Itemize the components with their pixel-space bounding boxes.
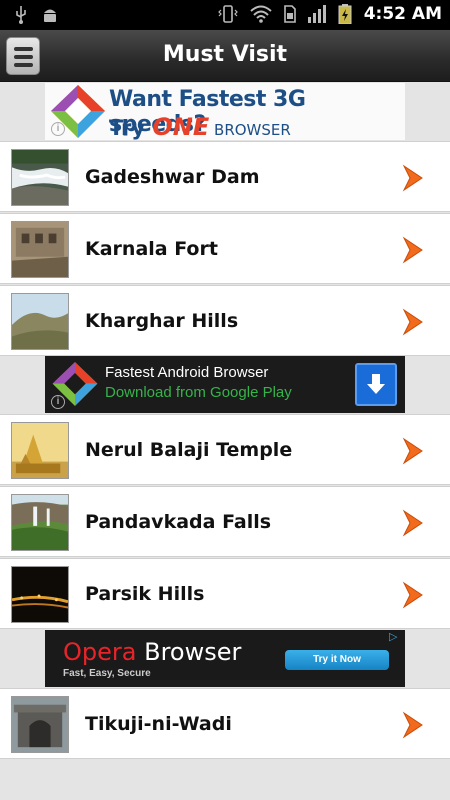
place-name: Kharghar Hills [85, 310, 239, 332]
try-it-now-button[interactable]: Try it Now [285, 650, 389, 670]
thumbnail-image [11, 566, 69, 623]
ad-info-icon[interactable]: i [51, 122, 65, 136]
chevron-right-icon [402, 437, 423, 465]
chevron-right-icon [402, 236, 423, 264]
place-name: Nerul Balaji Temple [85, 439, 293, 461]
chevron-right-icon [402, 581, 423, 609]
chevron-right-icon [402, 509, 423, 537]
download-arrow-icon [367, 374, 385, 394]
ad-info-icon[interactable]: i [51, 395, 65, 409]
ad-brand: Opera Browser [63, 638, 242, 666]
android-icon [44, 9, 56, 22]
sim-icon [283, 5, 296, 23]
list-item[interactable]: Nerul Balaji Temple [0, 414, 450, 485]
place-name: Parsik Hills [85, 583, 205, 605]
thumbnail-image [11, 293, 69, 350]
status-bar: 4:52 AM [0, 0, 450, 30]
thumbnail-image [11, 696, 69, 753]
chevron-right-icon [402, 164, 423, 192]
wifi-icon [250, 5, 272, 23]
place-name: Karnala Fort [85, 238, 218, 260]
thumbnail-image [11, 221, 69, 278]
list-item[interactable]: Parsik Hills [0, 558, 450, 629]
place-name: Gadeshwar Dam [85, 166, 260, 188]
thumbnail-image [11, 422, 69, 479]
usb-icon [16, 6, 26, 24]
banner-ad-android-browser[interactable]: Fastest Android Browser Download from Go… [45, 356, 405, 413]
chevron-right-icon [402, 711, 423, 739]
download-button[interactable] [355, 363, 397, 406]
list-item[interactable]: Tikuji-ni-Wadi [0, 688, 450, 759]
list-item[interactable]: Gadeshwar Dam [0, 141, 450, 212]
ad-title: Fastest Android Browser [105, 364, 269, 381]
vibrate-icon [217, 5, 238, 23]
ad-subline: Try ONE BROWSER [109, 113, 291, 140]
adchoices-icon[interactable]: ▷ [389, 630, 403, 644]
list-item[interactable]: Kharghar Hills [0, 285, 450, 356]
place-name: Pandavkada Falls [85, 511, 272, 533]
battery-icon [338, 4, 352, 24]
page-title: Must Visit [162, 42, 288, 67]
ad-tagline: Fast, Easy, Secure [63, 668, 151, 679]
signal-icon [307, 5, 326, 23]
ad-subtitle: Download from Google Play [105, 384, 292, 401]
list-item[interactable]: Pandavkada Falls [0, 486, 450, 557]
list-item[interactable]: Karnala Fort [0, 213, 450, 284]
place-name: Tikuji-ni-Wadi [85, 713, 232, 735]
banner-ad-one-browser[interactable]: Want Fastest 3G speeds? Try ONE BROWSER … [45, 83, 405, 140]
thumbnail-image [11, 494, 69, 551]
chevron-right-icon [402, 308, 423, 336]
clock: 4:52 AM [363, 4, 442, 24]
thumbnail-image [11, 149, 69, 206]
banner-ad-opera-browser[interactable]: Opera Browser Fast, Easy, Secure Try it … [45, 630, 405, 687]
title-bar: Must Visit [0, 30, 450, 82]
